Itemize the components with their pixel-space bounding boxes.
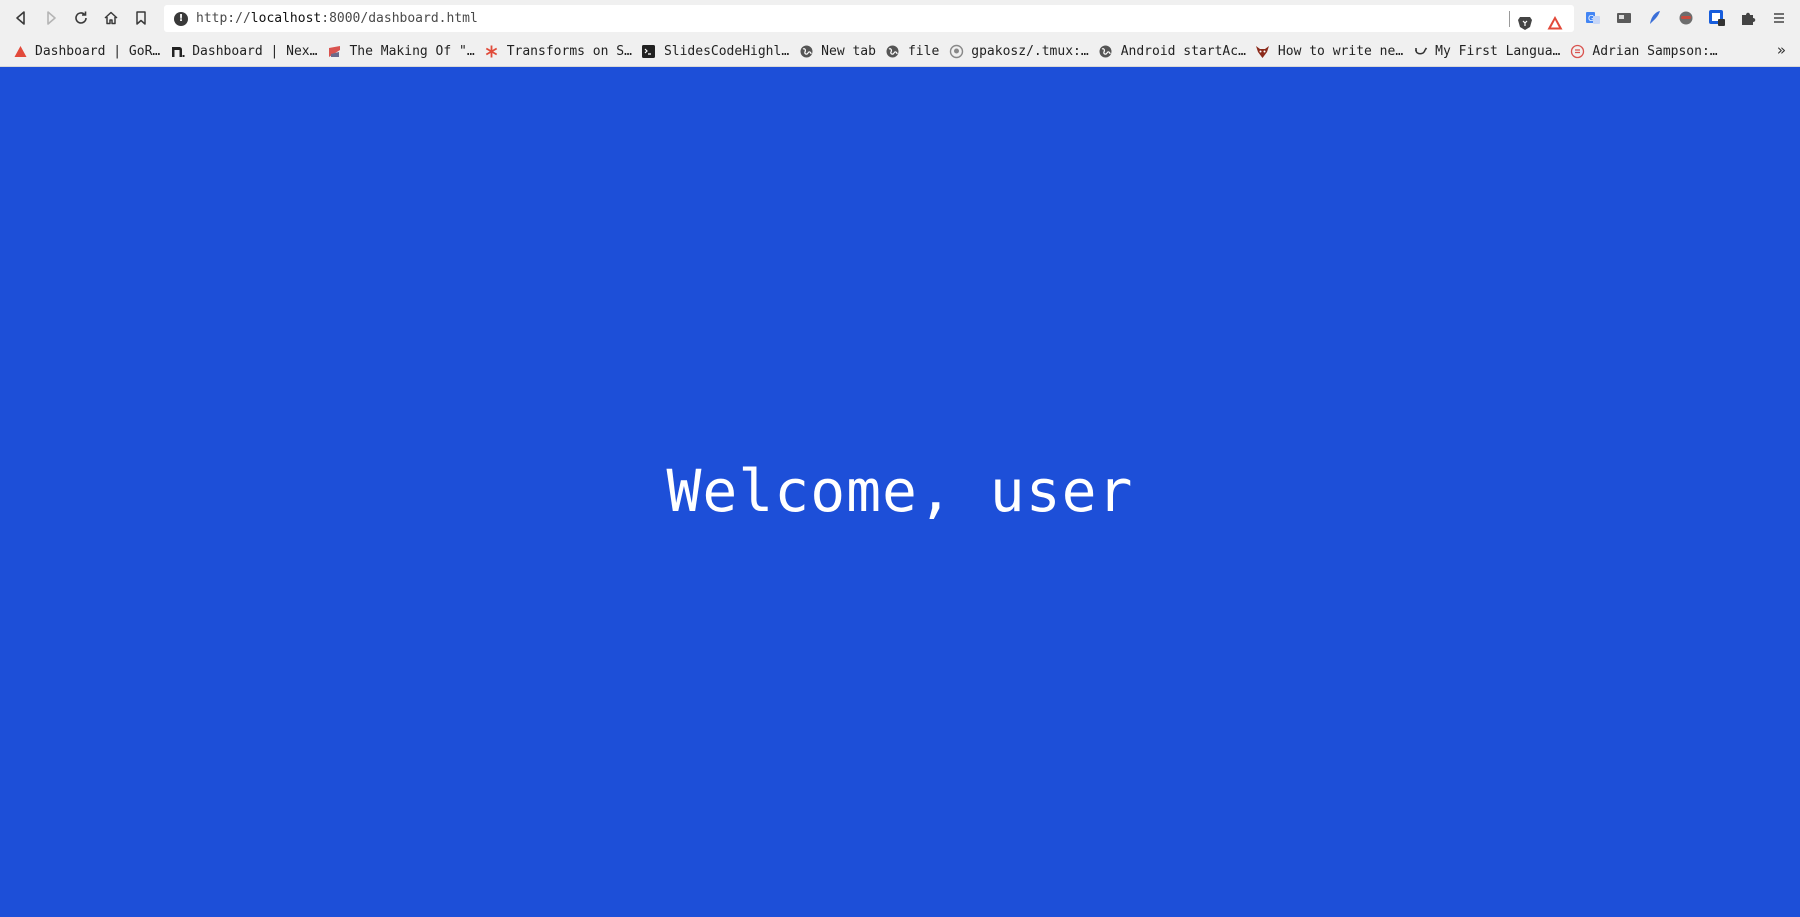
- translate-icon: G: [1585, 12, 1600, 24]
- bookmark-label: The Making Of "…: [349, 43, 475, 59]
- bookmarks-overflow-button[interactable]: »: [1777, 41, 1786, 59]
- menu-button[interactable]: [1765, 5, 1792, 32]
- bookmark-item[interactable]: file: [883, 39, 946, 63]
- mask-extension[interactable]: [1672, 5, 1699, 32]
- navigation-buttons: [0, 3, 156, 33]
- bookmark-item[interactable]: Transforms on S…: [482, 39, 639, 63]
- bookmark-item[interactable]: The Making Of "…: [324, 39, 481, 63]
- hamburger-icon: [1773, 13, 1784, 23]
- globe-icon: [1098, 43, 1114, 59]
- extensions-button[interactable]: [1734, 5, 1761, 32]
- welcome-heading: Welcome, user: [666, 457, 1134, 525]
- reader-extension[interactable]: [1610, 5, 1637, 32]
- bookmark-label: New tab: [821, 43, 876, 59]
- puzzle-icon: [1741, 12, 1755, 25]
- browser-toolbar: ! http://localhost:8000/dashboard.html G: [0, 0, 1800, 36]
- bookmark-item[interactable]: SlidesCodeHighl…: [639, 39, 796, 63]
- url-scheme: http://: [196, 11, 251, 26]
- globe-icon: [798, 43, 814, 59]
- bookmark-label: Dashboard | Nex…: [192, 43, 318, 59]
- home-button[interactable]: [96, 3, 126, 33]
- url-divider: [1509, 11, 1510, 27]
- card-icon: [1616, 13, 1631, 23]
- code-box-icon: [641, 43, 657, 59]
- brave-lion-icon: [1517, 16, 1532, 30]
- home-icon: [104, 11, 118, 25]
- bookmark-icon: [136, 11, 146, 25]
- shield-badge-icon: [1708, 10, 1725, 26]
- address-bar[interactable]: ! http://localhost:8000/dashboard.html: [164, 5, 1574, 32]
- bookmark-label: gpakosz/.tmux:…: [971, 43, 1089, 59]
- reload-button[interactable]: [66, 3, 96, 33]
- bitwarden-extension[interactable]: [1703, 5, 1730, 32]
- brave-shields-button[interactable]: [1511, 9, 1538, 36]
- bookmarks-bar: Dashboard | GoR… Dashboard | Nex… The Ma…: [0, 36, 1800, 67]
- bookmark-item[interactable]: New tab: [796, 39, 883, 63]
- back-arrow-icon: [16, 11, 25, 25]
- bookmark-item[interactable]: Dashboard | GoR…: [10, 39, 167, 63]
- feather-icon: [1649, 11, 1660, 24]
- hook-icon: [1412, 43, 1428, 59]
- mask-icon: [1679, 11, 1692, 25]
- brave-rewards-button[interactable]: [1541, 9, 1568, 36]
- s-logo-icon: [326, 43, 342, 59]
- bookmark-item[interactable]: Adrian Sampson:…: [1567, 39, 1724, 63]
- bookmark-label: My First Langua…: [1435, 43, 1561, 59]
- rewards-triangle-icon: [1547, 15, 1562, 29]
- asterisk-icon: [484, 43, 500, 59]
- bookmark-page-button[interactable]: [126, 3, 156, 33]
- page-content: Welcome, user: [0, 67, 1800, 917]
- back-button[interactable]: [6, 3, 36, 33]
- bookmark-item[interactable]: Dashboard | Nex…: [167, 39, 324, 63]
- bookmark-label: Dashboard | GoR…: [35, 43, 161, 59]
- browser-window: ! http://localhost:8000/dashboard.html G: [0, 0, 1800, 917]
- triangle-logo-icon: [12, 43, 28, 59]
- bookmark-item[interactable]: How to write ne…: [1253, 39, 1410, 63]
- bookmark-label: How to write ne…: [1277, 43, 1404, 59]
- bookmark-label: SlidesCodeHighl…: [663, 43, 790, 59]
- globe-icon: [885, 43, 901, 59]
- bookmark-item[interactable]: My First Langua…: [1410, 39, 1567, 63]
- github-icon: [948, 43, 964, 59]
- extensions-toolbar: G: [1579, 3, 1792, 33]
- url-path: :8000/dashboard.html: [321, 11, 478, 26]
- forward-button[interactable]: [36, 3, 66, 33]
- bookmark-label: Adrian Sampson:…: [1592, 43, 1718, 59]
- url-host: localhost: [250, 11, 322, 26]
- forward-arrow-icon: [47, 11, 56, 25]
- translate-extension[interactable]: G: [1579, 5, 1606, 32]
- circle-logo-icon: [1569, 43, 1585, 59]
- bookmark-label: Android startAc…: [1120, 43, 1246, 59]
- bookmark-label: Transforms on S…: [506, 43, 632, 59]
- bookmark-item[interactable]: Android startAc…: [1096, 39, 1253, 63]
- n-logo-icon: [169, 43, 185, 59]
- bookmark-label: file: [907, 43, 940, 59]
- bull-logo-icon: [1255, 43, 1271, 59]
- site-info-icon[interactable]: !: [174, 11, 188, 26]
- url-text[interactable]: http://localhost:8000/dashboard.html: [196, 11, 478, 26]
- reload-icon: [75, 11, 87, 24]
- bookmark-item[interactable]: gpakosz/.tmux:…: [946, 39, 1095, 63]
- quill-extension[interactable]: [1641, 5, 1668, 32]
